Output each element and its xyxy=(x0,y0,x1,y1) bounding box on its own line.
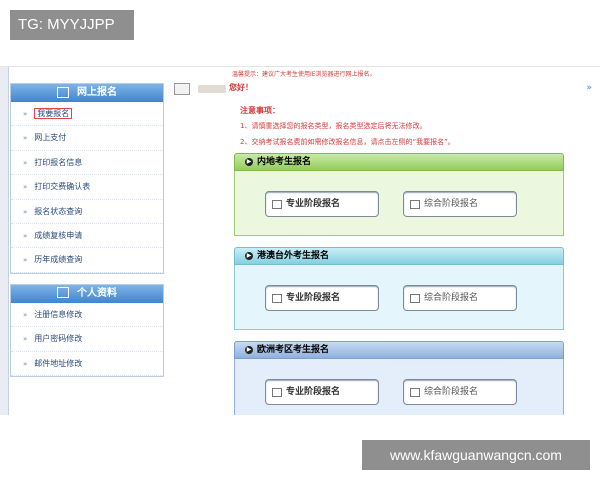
section-header: ▶ 港澳台外考生报名 xyxy=(234,247,564,265)
section-europe: ▶ 欧洲考区考生报名 专业阶段报名 综合阶段报名 xyxy=(234,341,564,415)
button-label: 综合阶段报名 xyxy=(424,293,479,303)
chevron-right-icon: » xyxy=(23,359,28,368)
professional-stage-button[interactable]: 专业阶段报名 xyxy=(265,379,379,405)
folder-icon xyxy=(410,200,420,209)
section-body: 专业阶段报名 综合阶段报名 xyxy=(234,265,564,330)
sidebar-item-edit-registration[interactable]: » 注册信息修改 xyxy=(11,303,163,328)
sidebar-item-label: 用户密码修改 xyxy=(34,334,83,344)
sidebar-item-change-email[interactable]: » 邮件地址修改 xyxy=(11,352,163,376)
sidebar-item-label: 历年成绩查询 xyxy=(34,255,83,265)
sidebar-item-label: 邮件地址修改 xyxy=(34,358,83,368)
sidebar-item-score-review[interactable]: » 成绩复核申请 xyxy=(11,224,163,249)
panel-personal-info: 个人资料 » 注册信息修改 » 用户密码修改 » 邮件地址修改 xyxy=(10,283,164,377)
sidebar-item-online-payment[interactable]: » 网上支付 xyxy=(11,126,163,151)
section-title: 港澳台外考生报名 xyxy=(257,251,330,261)
sidebar-item-history-scores[interactable]: » 历年成绩查询 xyxy=(11,248,163,273)
sidebar-item-label: 成绩复核申请 xyxy=(34,230,83,240)
chevron-right-icon: » xyxy=(23,134,28,143)
watermark-bottom: www.kfawguanwangcn.com xyxy=(362,440,590,470)
folder-icon xyxy=(410,294,420,303)
sidebar-item-label: 我要报名 xyxy=(34,108,73,119)
section-hk-macau-taiwan: ▶ 港澳台外考生报名 专业阶段报名 综合阶段报名 xyxy=(234,247,564,330)
sidebar-item-label: 报名状态查询 xyxy=(34,206,83,216)
collapse-arrow-icon[interactable]: » xyxy=(586,83,592,93)
arrow-right-circle-icon: ▶ xyxy=(245,345,253,354)
notes-title: 注意事项： xyxy=(240,106,280,115)
sidebar-item-change-password[interactable]: » 用户密码修改 xyxy=(11,327,163,352)
professional-stage-button[interactable]: 专业阶段报名 xyxy=(265,285,379,311)
note-item: 1、请慎重选择您的报名类型，报名类型选定后将无法修改。 xyxy=(240,122,427,130)
chevron-right-icon: » xyxy=(23,335,28,344)
section-body: 专业阶段报名 综合阶段报名 xyxy=(234,171,564,236)
sidebar-item-print-fee[interactable]: » 打印交费确认表 xyxy=(11,175,163,200)
chevron-right-icon: » xyxy=(23,231,28,240)
sidebar: 网上报名 » 我要报名 » 网上支付 » 打印报名信息 » 打印交费确认表 » 报名状态查… xyxy=(10,83,164,387)
note-item: 2、交纳考试报名费前如需修改报名信息，请点击左侧的“我要报名”。 xyxy=(240,138,455,146)
monitor-icon xyxy=(57,86,69,98)
comprehensive-stage-button[interactable]: 综合阶段报名 xyxy=(403,191,517,217)
arrow-right-circle-icon: ▶ xyxy=(245,157,253,166)
section-title: 欧洲考区考生报名 xyxy=(257,345,330,355)
button-label: 专业阶段报名 xyxy=(286,387,341,397)
sidebar-item-print-info[interactable]: » 打印报名信息 xyxy=(11,151,163,176)
section-title: 内地考生报名 xyxy=(257,157,312,167)
left-strip xyxy=(0,67,9,415)
chevron-right-icon: » xyxy=(23,207,28,216)
sidebar-item-label: 注册信息修改 xyxy=(34,309,83,319)
button-label: 综合阶段报名 xyxy=(424,387,479,397)
panel-online-registration: 网上报名 » 我要报名 » 网上支付 » 打印报名信息 » 打印交费确认表 » 报名状态查… xyxy=(10,83,164,274)
section-mainland: ▶ 内地考生报名 专业阶段报名 综合阶段报名 xyxy=(234,153,564,236)
panel-header: 网上报名 xyxy=(11,84,163,102)
panel-title: 网上报名 xyxy=(77,87,117,98)
user-name-redacted xyxy=(198,85,226,93)
sidebar-item-label: 打印交费确认表 xyxy=(34,182,91,192)
sidebar-item-register[interactable]: » 我要报名 xyxy=(11,102,163,127)
arrow-right-circle-icon: ▶ xyxy=(245,251,253,260)
chevron-right-icon: » xyxy=(23,183,28,192)
comprehensive-stage-button[interactable]: 综合阶段报名 xyxy=(403,379,517,405)
chevron-right-icon: » xyxy=(23,110,28,118)
folder-icon xyxy=(410,388,420,397)
folder-icon xyxy=(272,388,282,397)
chevron-right-icon: » xyxy=(23,256,28,265)
section-header: ▶ 内地考生报名 xyxy=(234,153,564,171)
greeting: 您好！ xyxy=(229,83,253,92)
section-header: ▶ 欧洲考区考生报名 xyxy=(234,341,564,359)
panel-header: 个人资料 xyxy=(11,284,163,303)
chevron-right-icon: » xyxy=(23,310,28,319)
button-label: 综合阶段报名 xyxy=(424,199,479,209)
chevron-right-icon: » xyxy=(23,158,28,167)
app-screen: 温馨提示：建议广大考生使用IE浏览器进行网上报名。 » 您好！ 网上报名 » 我要… xyxy=(0,66,600,415)
keyboard-icon xyxy=(174,83,190,95)
sidebar-item-label: 网上支付 xyxy=(34,133,67,143)
sidebar-item-label: 打印报名信息 xyxy=(34,157,83,167)
folder-icon xyxy=(272,294,282,303)
folder-icon xyxy=(272,200,282,209)
comprehensive-stage-button[interactable]: 综合阶段报名 xyxy=(403,285,517,311)
button-label: 专业阶段报名 xyxy=(286,199,341,209)
top-notice: 温馨提示：建议广大考生使用IE浏览器进行网上报名。 xyxy=(232,71,376,78)
button-label: 专业阶段报名 xyxy=(286,293,341,303)
sidebar-item-status[interactable]: » 报名状态查询 xyxy=(11,200,163,224)
section-body: 专业阶段报名 综合阶段报名 xyxy=(234,359,564,415)
watermark-top: TG: MYYJJPP xyxy=(10,10,134,40)
panel-title: 个人资料 xyxy=(77,287,117,299)
user-icon xyxy=(57,287,69,299)
professional-stage-button[interactable]: 专业阶段报名 xyxy=(265,191,379,217)
